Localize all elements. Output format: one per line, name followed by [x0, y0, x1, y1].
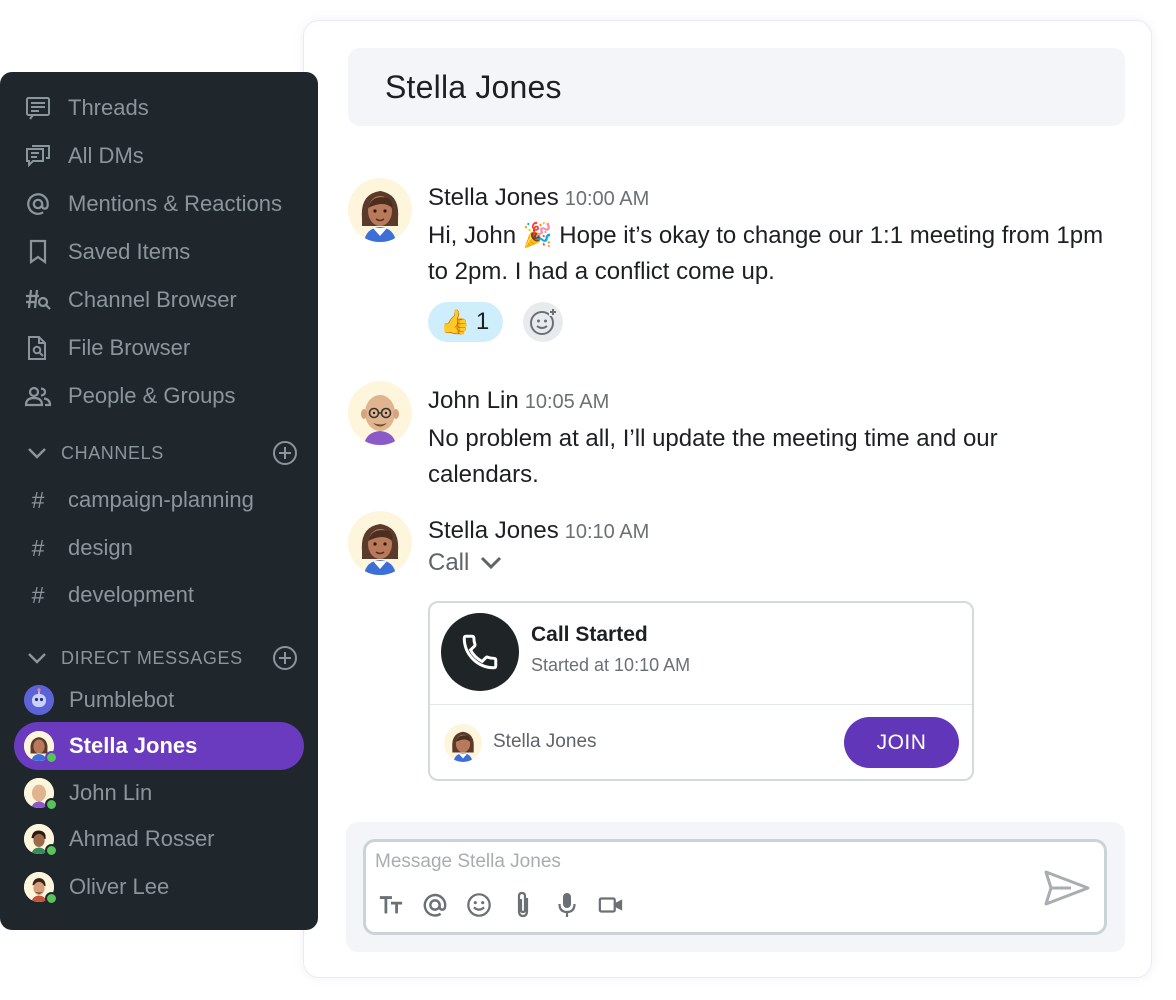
- send-button[interactable]: [1041, 867, 1093, 909]
- message-time: 10:00 AM: [564, 188, 650, 210]
- people-icon: [24, 382, 52, 410]
- sidebar-item-all-dms[interactable]: All DMs: [24, 138, 304, 174]
- online-status-dot: [45, 798, 58, 811]
- message-text: No problem at all, I’ll update the meeti…: [428, 425, 998, 488]
- call-card: Call Started Started at 10:10 AM Stella …: [428, 601, 974, 781]
- sidebar-item-mentions[interactable]: Mentions & Reactions: [24, 186, 304, 222]
- sidebar-item-channel-browser[interactable]: Channel Browser: [24, 282, 304, 318]
- add-emoji-icon: [530, 308, 558, 335]
- message-input[interactable]: [375, 851, 975, 873]
- online-status-dot: [45, 844, 58, 857]
- chevron-down-icon: [28, 653, 46, 664]
- reactions-row: 👍 1: [428, 302, 564, 342]
- sidebar-item-threads[interactable]: Threads: [24, 90, 304, 126]
- channel-item-design[interactable]: # design: [26, 531, 306, 565]
- call-title: Call Started: [531, 623, 648, 646]
- dms-section-header[interactable]: DIRECT MESSAGES: [26, 643, 298, 673]
- message-text: Hi, John 🎉 Hope it’s okay to change our …: [428, 222, 1104, 285]
- thumbs-up-icon: 👍: [440, 308, 470, 336]
- conversation-header: Stella Jones: [348, 48, 1125, 126]
- channel-item-development[interactable]: # development: [26, 578, 306, 612]
- join-call-button[interactable]: JOIN: [844, 717, 959, 768]
- all-dms-icon: [24, 142, 52, 170]
- smiley-icon: [467, 893, 491, 917]
- avatar: [24, 778, 58, 811]
- video-button[interactable]: [598, 890, 624, 920]
- sidebar-item-file-browser[interactable]: File Browser: [24, 330, 304, 366]
- paperclip-icon: [517, 891, 529, 918]
- stella-jones-avatar[interactable]: [348, 178, 412, 242]
- call-indicator: [441, 613, 519, 691]
- message-author[interactable]: John Lin: [428, 387, 519, 414]
- avatar: [24, 731, 58, 764]
- composer-toolbar: [378, 890, 624, 920]
- text-format-button[interactable]: [378, 890, 404, 920]
- at-icon: [24, 190, 52, 218]
- mention-button[interactable]: [422, 890, 448, 920]
- bookmark-icon: [24, 238, 52, 266]
- conversation-title: Stella Jones: [385, 68, 562, 105]
- reaction-count: 1: [475, 308, 490, 335]
- microphone-icon: [558, 893, 576, 917]
- message-item: John Lin 10:05 AM No problem at all, I’ll…: [348, 381, 1128, 491]
- online-status-dot: [45, 751, 58, 764]
- dm-item-john-lin[interactable]: John Lin: [14, 769, 304, 817]
- hash-icon: #: [31, 581, 45, 608]
- sidebar: Threads All DMs Mentions & Reactions Sav…: [0, 72, 318, 930]
- message-composer: [363, 839, 1107, 935]
- dm-item-stella-jones[interactable]: Stella Jones: [14, 722, 304, 770]
- voice-button[interactable]: [554, 890, 580, 920]
- file-search-icon: [24, 334, 52, 362]
- composer-area: [346, 822, 1125, 952]
- online-status-dot: [45, 892, 58, 905]
- call-start-time: Started at 10:10 AM: [531, 655, 691, 675]
- video-camera-icon: [598, 897, 623, 913]
- add-reaction-button[interactable]: [523, 302, 564, 342]
- hash-icon: #: [31, 486, 45, 513]
- text-format-icon: [379, 896, 403, 914]
- add-channel-icon[interactable]: [272, 440, 298, 466]
- divider: [430, 704, 972, 705]
- message-time: 10:05 AM: [524, 391, 610, 413]
- threads-icon: [24, 94, 52, 122]
- channel-search-icon: [24, 286, 52, 314]
- dm-item-pumblebot[interactable]: Pumblebot: [14, 676, 304, 724]
- sidebar-item-people[interactable]: People & Groups: [24, 378, 304, 414]
- bot-icon: [24, 685, 54, 715]
- channel-item-campaign-planning[interactable]: # campaign-planning: [26, 483, 306, 517]
- sidebar-item-saved[interactable]: Saved Items: [24, 234, 304, 270]
- add-dm-icon[interactable]: [272, 645, 298, 671]
- avatar: [24, 872, 58, 905]
- send-icon: [1044, 870, 1090, 906]
- hash-icon: #: [31, 534, 45, 561]
- channels-section-header[interactable]: CHANNELS: [26, 438, 298, 468]
- call-toggle[interactable]: Call: [428, 549, 503, 577]
- stella-jones-avatar[interactable]: [348, 511, 412, 575]
- message-item: Stella Jones 10:10 AM Call: [348, 511, 1128, 601]
- avatar: [24, 824, 58, 857]
- attach-button[interactable]: [510, 890, 536, 920]
- chat-panel: Stella Jones Stella Jones 10:00 AM Hi, Jo…: [303, 20, 1152, 978]
- dm-item-ahmad-rosser[interactable]: Ahmad Rosser: [14, 815, 304, 863]
- at-icon: [423, 893, 447, 917]
- emoji-button[interactable]: [466, 890, 492, 920]
- message-author[interactable]: Stella Jones: [428, 517, 559, 544]
- participant-name: Stella Jones: [493, 731, 597, 752]
- message-author[interactable]: Stella Jones: [428, 184, 559, 211]
- thumbs-up-reaction[interactable]: 👍 1: [428, 302, 504, 342]
- chevron-down-icon: [28, 448, 46, 459]
- chevron-down-icon: [481, 556, 502, 570]
- participant-avatar: [444, 724, 482, 762]
- message-time: 10:10 AM: [564, 521, 650, 543]
- message-item: Stella Jones 10:00 AM Hi, John 🎉 Hope it’…: [348, 178, 1128, 348]
- dm-item-oliver-lee[interactable]: Oliver Lee: [14, 863, 304, 911]
- phone-icon: [462, 634, 498, 670]
- john-lin-avatar[interactable]: [348, 381, 412, 445]
